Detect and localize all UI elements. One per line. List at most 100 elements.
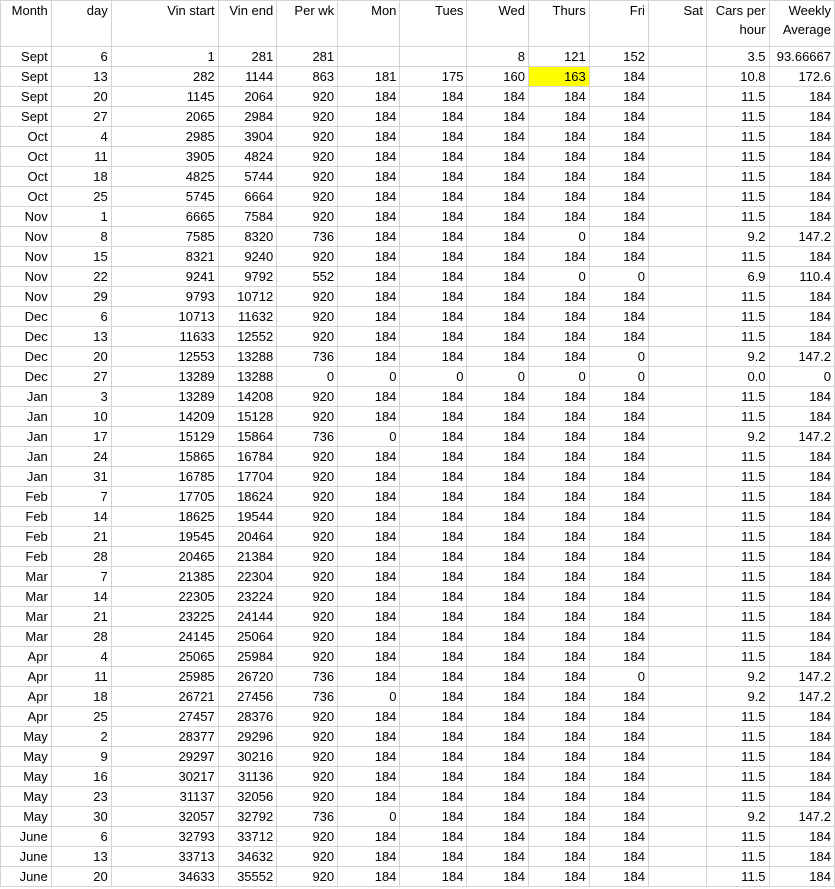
cell-per-wk[interactable]: 920 — [276, 826, 339, 847]
cell-day[interactable]: 6 — [50, 306, 112, 327]
cell-cars-per-hour[interactable]: 11.5 — [705, 846, 770, 867]
cell-mon[interactable]: 184 — [337, 646, 401, 667]
cell-weekly-average[interactable]: 184 — [768, 626, 835, 647]
cell-thurs[interactable]: 184 — [528, 606, 590, 627]
cell-vin-end[interactable]: 22304 — [217, 566, 278, 587]
cell-per-wk[interactable]: 736 — [276, 686, 339, 707]
header-thurs[interactable]: Thurs — [528, 0, 590, 47]
cell-thurs[interactable]: 184 — [528, 806, 590, 827]
cell-sat[interactable] — [647, 206, 707, 227]
cell-vin-start[interactable]: 9793 — [110, 286, 219, 307]
cell-weekly-average[interactable]: 184 — [768, 486, 835, 507]
cell-vin-end[interactable]: 18624 — [217, 486, 278, 507]
cell-tues[interactable]: 184 — [399, 746, 468, 767]
cell-thurs[interactable]: 184 — [528, 286, 590, 307]
cell-per-wk[interactable]: 920 — [276, 866, 339, 887]
cell-vin-start[interactable]: 29297 — [110, 746, 219, 767]
cell-sat[interactable] — [647, 706, 707, 727]
cell-thurs[interactable]: 184 — [528, 326, 590, 347]
cell-wed[interactable]: 8 — [466, 46, 529, 67]
cell-mon[interactable]: 184 — [337, 266, 401, 287]
cell-vin-end[interactable]: 1144 — [217, 66, 278, 87]
cell-month[interactable]: Oct — [0, 126, 52, 147]
cell-vin-start[interactable]: 19545 — [110, 526, 219, 547]
cell-fri[interactable]: 184 — [588, 386, 649, 407]
cell-vin-end[interactable]: 7584 — [217, 206, 278, 227]
cell-weekly-average[interactable]: 147.2 — [768, 426, 835, 447]
cell-tues[interactable]: 184 — [399, 206, 468, 227]
cell-day[interactable]: 6 — [50, 46, 112, 67]
header-fri[interactable]: Fri — [588, 0, 649, 47]
cell-day[interactable]: 6 — [50, 826, 112, 847]
cell-sat[interactable] — [647, 286, 707, 307]
cell-cars-per-hour[interactable]: 11.5 — [705, 386, 770, 407]
cell-sat[interactable] — [647, 406, 707, 427]
cell-tues[interactable]: 184 — [399, 406, 468, 427]
cell-weekly-average[interactable]: 147.2 — [768, 226, 835, 247]
cell-weekly-average[interactable]: 184 — [768, 726, 835, 747]
cell-month[interactable]: Jan — [0, 426, 52, 447]
cell-vin-start[interactable]: 17705 — [110, 486, 219, 507]
cell-day[interactable]: 2 — [50, 726, 112, 747]
cell-mon[interactable]: 184 — [337, 826, 401, 847]
cell-vin-end[interactable]: 14208 — [217, 386, 278, 407]
cell-mon[interactable]: 184 — [337, 546, 401, 567]
cell-cars-per-hour[interactable]: 6.9 — [705, 266, 770, 287]
cell-vin-start[interactable]: 32057 — [110, 806, 219, 827]
cell-thurs[interactable]: 184 — [528, 866, 590, 887]
cell-month[interactable]: Jan — [0, 386, 52, 407]
cell-weekly-average[interactable]: 184 — [768, 166, 835, 187]
cell-wed[interactable]: 184 — [466, 746, 529, 767]
cell-cars-per-hour[interactable]: 11.5 — [705, 146, 770, 167]
cell-per-wk[interactable]: 920 — [276, 166, 339, 187]
cell-weekly-average[interactable]: 184 — [768, 466, 835, 487]
cell-sat[interactable] — [647, 166, 707, 187]
cell-weekly-average[interactable]: 147.2 — [768, 686, 835, 707]
cell-vin-end[interactable]: 16784 — [217, 446, 278, 467]
cell-per-wk[interactable]: 863 — [276, 66, 339, 87]
cell-per-wk[interactable]: 920 — [276, 766, 339, 787]
cell-fri[interactable]: 184 — [588, 826, 649, 847]
cell-day[interactable]: 13 — [50, 66, 112, 87]
cell-day[interactable]: 10 — [50, 406, 112, 427]
cell-wed[interactable]: 184 — [466, 706, 529, 727]
cell-vin-start[interactable]: 7585 — [110, 226, 219, 247]
header-month[interactable]: Month — [0, 0, 52, 47]
cell-sat[interactable] — [647, 666, 707, 687]
cell-tues[interactable] — [399, 46, 468, 67]
cell-weekly-average[interactable]: 172.6 — [768, 66, 835, 87]
cell-vin-end[interactable]: 32056 — [217, 786, 278, 807]
cell-mon[interactable]: 184 — [337, 226, 401, 247]
cell-per-wk[interactable]: 736 — [276, 806, 339, 827]
cell-month[interactable]: Feb — [0, 486, 52, 507]
cell-mon[interactable] — [337, 46, 401, 67]
cell-vin-end[interactable]: 20464 — [217, 526, 278, 547]
cell-vin-start[interactable]: 2985 — [110, 126, 219, 147]
cell-day[interactable]: 15 — [50, 246, 112, 267]
cell-month[interactable]: Mar — [0, 566, 52, 587]
cell-wed[interactable]: 184 — [466, 266, 529, 287]
cell-tues[interactable]: 184 — [399, 226, 468, 247]
cell-vin-start[interactable]: 282 — [110, 66, 219, 87]
cell-tues[interactable]: 184 — [399, 866, 468, 887]
cell-day[interactable]: 14 — [50, 506, 112, 527]
cell-vin-start[interactable]: 21385 — [110, 566, 219, 587]
cell-thurs[interactable]: 0 — [528, 226, 590, 247]
cell-thurs[interactable]: 184 — [528, 586, 590, 607]
cell-sat[interactable] — [647, 486, 707, 507]
cell-cars-per-hour[interactable]: 11.5 — [705, 526, 770, 547]
cell-per-wk[interactable]: 920 — [276, 286, 339, 307]
cell-per-wk[interactable]: 920 — [276, 846, 339, 867]
cell-fri[interactable]: 184 — [588, 286, 649, 307]
cell-mon[interactable]: 184 — [337, 666, 401, 687]
cell-fri[interactable]: 184 — [588, 566, 649, 587]
cell-vin-start[interactable]: 18625 — [110, 506, 219, 527]
cell-day[interactable]: 31 — [50, 466, 112, 487]
cell-tues[interactable]: 184 — [399, 586, 468, 607]
cell-fri[interactable]: 184 — [588, 766, 649, 787]
cell-vin-end[interactable]: 34632 — [217, 846, 278, 867]
cell-per-wk[interactable]: 736 — [276, 426, 339, 447]
cell-tues[interactable]: 184 — [399, 486, 468, 507]
cell-weekly-average[interactable]: 184 — [768, 606, 835, 627]
cell-vin-end[interactable]: 2984 — [217, 106, 278, 127]
